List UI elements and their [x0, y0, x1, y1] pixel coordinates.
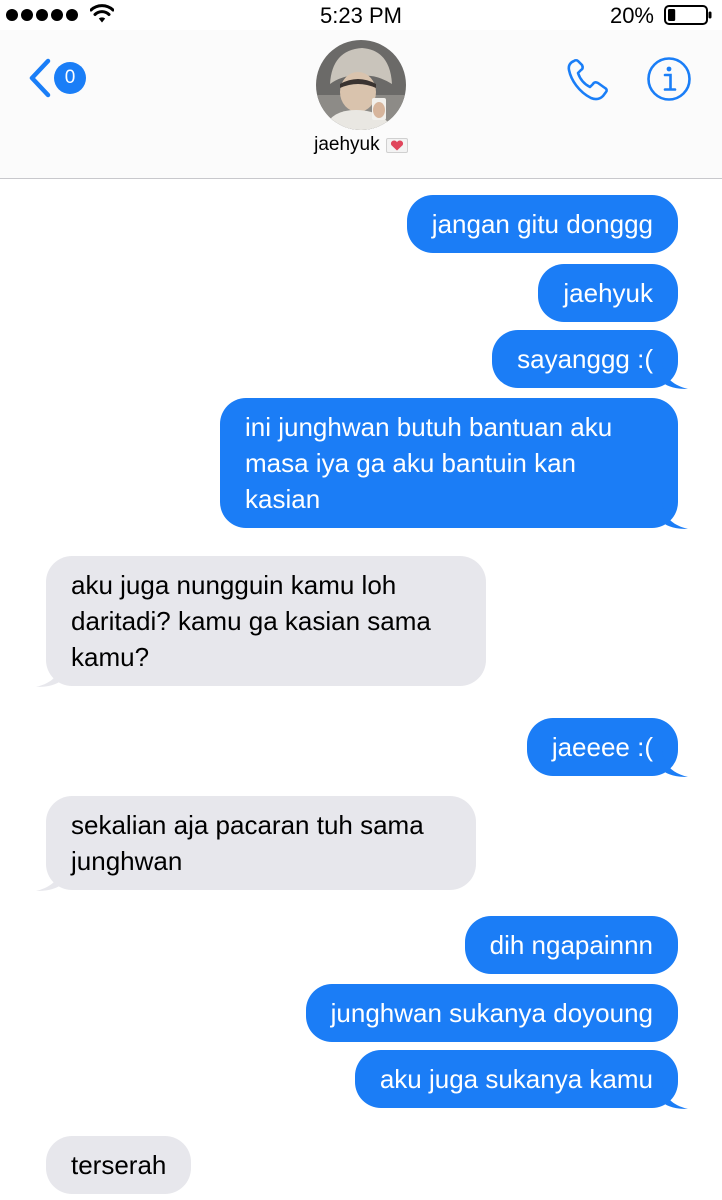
status-bar: 5:23 PM 20%	[0, 0, 722, 30]
message-bubble-received[interactable]: sekalian aja pacaran tuh sama junghwan	[36, 796, 476, 891]
message-bubble-sent[interactable]: dih ngapainnn	[464, 916, 678, 974]
message-text: jangan gitu donggg	[431, 209, 653, 239]
message-bubble-received[interactable]: terserah	[46, 1136, 192, 1194]
contact-name-row[interactable]: jaehyuk	[0, 134, 722, 156]
message-text: jaeeee :(	[551, 732, 653, 762]
bubble-tail	[662, 363, 688, 389]
bubble-tail	[662, 1083, 688, 1109]
message-text: jaehyuk	[563, 278, 653, 308]
bubble-tail	[662, 503, 688, 529]
message-bubble-sent[interactable]: sayanggg :(	[492, 330, 688, 389]
bubble-tail	[662, 751, 688, 777]
message-text: dih ngapainnn	[489, 930, 653, 960]
message-text: sayanggg :(	[517, 344, 653, 374]
contact-name: jaehyuk	[314, 134, 380, 155]
avatar[interactable]	[316, 40, 406, 130]
message-thread[interactable]: jangan gitu donggg jaehyuk sayanggg :( i…	[0, 180, 722, 1200]
battery-percent: 20%	[609, 3, 654, 28]
heart-emoji-icon	[385, 137, 408, 153]
message-bubble-sent[interactable]: aku juga sukanya kamu	[354, 1050, 688, 1109]
message-bubble-sent[interactable]: jaehyuk	[538, 264, 678, 322]
message-bubble-sent[interactable]: junghwan sukanya doyoung	[305, 984, 678, 1042]
message-bubble-sent[interactable]: ini junghwan butuh bantuan aku masa iya …	[220, 398, 688, 529]
battery-icon	[664, 5, 712, 25]
message-text: sekalian aja pacaran tuh sama junghwan	[71, 810, 424, 876]
phone-icon[interactable]	[565, 56, 611, 104]
message-text: terserah	[71, 1150, 167, 1180]
message-text: aku juga nungguin kamu loh daritadi? kam…	[71, 570, 431, 672]
message-text: junghwan sukanya doyoung	[330, 998, 653, 1028]
bubble-tail	[36, 661, 62, 687]
info-icon[interactable]	[646, 56, 692, 102]
unread-badge: 0	[54, 62, 86, 94]
message-text: aku juga sukanya kamu	[379, 1064, 653, 1094]
conversation-header: 0 jaehyuk	[0, 30, 722, 179]
back-chevron-icon	[29, 58, 51, 98]
bubble-tail	[36, 865, 62, 891]
message-bubble-sent[interactable]: jangan gitu donggg	[406, 195, 678, 253]
message-bubble-sent[interactable]: jaeeee :(	[526, 718, 688, 777]
message-bubble-received[interactable]: aku juga nungguin kamu loh daritadi? kam…	[36, 556, 486, 687]
back-button[interactable]: 0	[28, 58, 86, 98]
message-text: ini junghwan butuh bantuan aku masa iya …	[245, 412, 613, 514]
